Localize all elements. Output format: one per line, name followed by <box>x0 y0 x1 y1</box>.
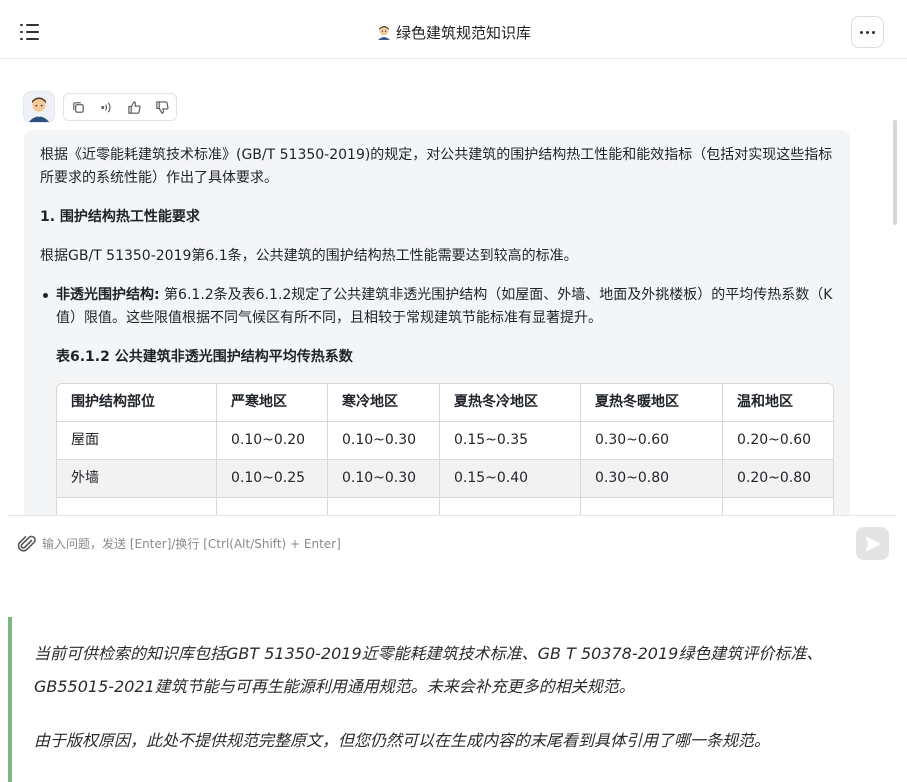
table-cell <box>57 498 217 515</box>
table-header-cell: 温和地区 <box>723 384 833 422</box>
table-cell: 外墙 <box>57 460 217 498</box>
table-header-cell: 严寒地区 <box>217 384 328 422</box>
send-button[interactable] <box>856 527 889 560</box>
top-bar: 绿色建筑规范知识库 <box>0 0 907 59</box>
question-input[interactable] <box>42 530 842 558</box>
table-header-cell: 寒冷地区 <box>328 384 440 422</box>
table-cell <box>723 498 833 515</box>
person-avatar-icon <box>377 26 390 40</box>
table-cell: 屋面 <box>57 422 217 460</box>
page-title: 绿色建筑规范知识库 <box>0 22 907 43</box>
bullet-list: 非透光围护结构: 第6.1.2条及表6.1.2规定了公共建筑非透光围护结构（如屋… <box>43 284 834 330</box>
bot-avatar <box>23 91 55 123</box>
table-cell: 0.30~0.60 <box>581 422 723 460</box>
message-intro: 根据《近零能耗建筑技术标准》(GB/T 51350-2019)的规定，对公共建筑… <box>40 147 833 186</box>
table-cell: 0.20~0.80 <box>723 460 833 498</box>
bullet-label: 非透光围护结构: <box>56 287 160 303</box>
table-cell <box>581 498 723 515</box>
table-cell: 0.20~0.60 <box>723 422 833 460</box>
table-cell: 0.15~0.35 <box>440 422 581 460</box>
table-row <box>57 498 833 515</box>
copy-icon <box>72 101 84 113</box>
person-avatar-icon <box>28 97 50 122</box>
notice-line-2: 由于版权原因，此处不提供规范完整原文，但您仍然可以在生成内容的末尾看到具体引用了… <box>34 731 771 750</box>
more-options-button[interactable] <box>851 16 884 48</box>
table-cell: 0.10~0.20 <box>217 422 328 460</box>
table-header-row: 围护结构部位 严寒地区 寒冷地区 夏热冬冷地区 夏热冬暖地区 温和地区 <box>57 384 833 422</box>
thumbs-down-icon <box>155 100 169 114</box>
read-aloud-button[interactable] <box>92 94 120 120</box>
message-actions <box>63 93 177 121</box>
chat-scrollbar[interactable] <box>893 120 897 225</box>
table-cell <box>328 498 440 515</box>
dislike-button[interactable] <box>148 94 176 120</box>
paperclip-icon[interactable] <box>16 533 38 555</box>
section-heading: 1. 围护结构热工性能要求 <box>40 209 200 225</box>
thumbs-up-icon <box>127 100 141 114</box>
table-header-cell: 围护结构部位 <box>57 384 217 422</box>
assistant-message: 根据《近零能耗建筑技术标准》(GB/T 51350-2019)的规定，对公共建筑… <box>24 130 850 515</box>
table-header-cell: 夏热冬暖地区 <box>581 384 723 422</box>
table-cell <box>217 498 328 515</box>
table-cell: 0.10~0.25 <box>217 460 328 498</box>
table-row: 屋面 0.10~0.20 0.10~0.30 0.15~0.35 0.30~0.… <box>57 422 833 460</box>
table-cell: 0.30~0.80 <box>581 460 723 498</box>
table-row: 外墙 0.10~0.25 0.10~0.30 0.15~0.40 0.30~0.… <box>57 460 833 498</box>
speaker-icon <box>100 101 111 113</box>
table-cell <box>440 498 581 515</box>
table-title: 表6.1.2 公共建筑非透光围护结构平均传热系数 <box>56 349 353 365</box>
send-icon <box>864 535 882 552</box>
list-item: 非透光围护结构: 第6.1.2条及表6.1.2规定了公共建筑非透光围护结构（如屋… <box>43 284 834 330</box>
more-dots-icon <box>860 30 863 34</box>
copy-button[interactable] <box>64 94 92 120</box>
table-cell: 0.10~0.30 <box>328 460 440 498</box>
table-cell: 0.15~0.40 <box>440 460 581 498</box>
bullet-text: 第6.1.2条及表6.1.2规定了公共建筑非透光围护结构（如屋面、外墙、地面及外… <box>56 287 833 326</box>
app-title: 绿色建筑规范知识库 <box>395 24 531 42</box>
chat-input-bar <box>8 515 897 571</box>
data-table: 围护结构部位 严寒地区 寒冷地区 夏热冬冷地区 夏热冬暖地区 温和地区 屋面 0… <box>56 383 834 515</box>
section-paragraph: 根据GB/T 51350-2019第6.1条，公共建筑的围护结构热工性能需要达到… <box>40 248 578 264</box>
table-header-cell: 夏热冬冷地区 <box>440 384 581 422</box>
chat-area[interactable]: 根据《近零能耗建筑技术标准》(GB/T 51350-2019)的规定，对公共建筑… <box>0 60 907 515</box>
notice-line-1: 当前可供检索的知识库包括GBT 51350-2019近零能耗建筑技术标准、GB … <box>34 644 823 696</box>
like-button[interactable] <box>120 94 148 120</box>
table-cell: 0.10~0.30 <box>328 422 440 460</box>
knowledge-base-notice: 当前可供检索的知识库包括GBT 51350-2019近零能耗建筑技术标准、GB … <box>8 617 897 782</box>
